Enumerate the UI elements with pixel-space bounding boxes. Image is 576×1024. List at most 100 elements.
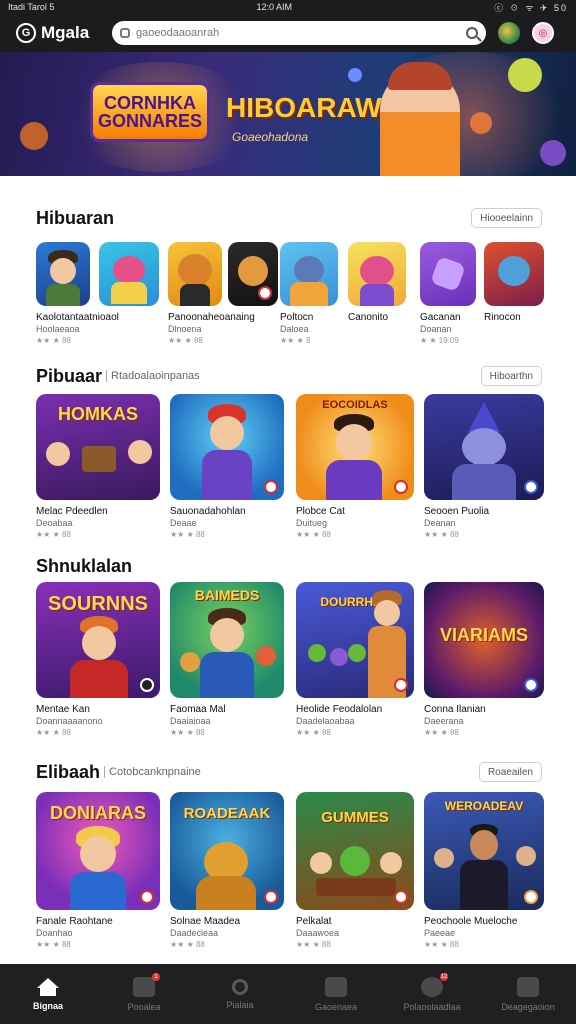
logo-icon: G [16,23,36,43]
game-rating: ★★ ★ 88 [296,728,331,737]
game-card[interactable]: Gacanan Doanan ★ ★ 19.09 [420,242,480,345]
nav-item-home[interactable]: Bignaa [0,964,96,1024]
game-rating: ★★ ★ 88 [36,336,71,345]
section-header: Elibaah Cotobcanknpnaine Roaeailen [36,760,542,784]
game-thumbnail: ROADEAAK [170,792,284,910]
game-thumbnail [484,242,544,306]
game-rating: ★★ ★ 88 [36,940,71,949]
search-icon[interactable] [466,27,478,39]
game-card[interactable]: VIARIAMS Conna Ilanian Daeerana ★★ ★ 88 [424,582,544,737]
badge-icon [264,890,278,904]
game-card[interactable]: GUMMES Pelkalat Daaawoea ★★ ★ 88 [296,792,414,949]
section-title: Hibuaran [36,207,115,228]
badge-icon [140,890,154,904]
game-category: Daadecieaa [170,928,219,938]
game-logo-text: WEROADEAV [444,799,524,813]
nav-item-profile[interactable]: 12 Polaoolaadlaa [384,964,480,1024]
badge-icon [140,678,154,692]
game-title: Plobce Cat [296,506,345,517]
game-card[interactable]: SOURNNS Mentae Kan Doannaaaanono ★★ ★ 88 [36,582,160,737]
game-rating: ★ ★ 19.09 [420,336,459,345]
game-rating: ★★ ★ 8 [280,336,311,345]
game-title: Mentae Kan [36,704,90,715]
game-category: Daadelaoabaa [296,716,355,726]
game-card[interactable]: Poltocn Daloea ★★ ★ 8 [280,242,340,345]
game-logo-text: EOCOIDLAS [322,399,388,411]
section-shnuklalan: Shnuklalan SOURNNS Mentae Kan Doannaaaan… [0,554,576,744]
game-thumbnail: SOURNNS [36,582,160,698]
hero-subtitle: Goaeohadona [232,130,309,144]
game-card[interactable]: Rinocon [484,242,544,323]
game-thumbnail [228,242,278,306]
game-thumbnail [168,242,222,306]
game-thumbnail: EOCOIDLAS [296,394,414,500]
game-category: Deaae [170,518,197,528]
game-card[interactable]: Seooen Puolia Deanan ★★ ★ 88 [424,394,544,539]
see-all-button[interactable]: Hiooeelainn [471,208,542,228]
section-elibaah: Elibaah Cotobcanknpnaine Roaeailen DONIA… [0,760,576,960]
game-thumbnail [99,242,159,306]
game-thumbnail: VIARIAMS [424,582,544,698]
badge-icon [524,890,538,904]
badge-icon [524,678,538,692]
carrier-text: Itadi Tarol 5 [8,2,55,12]
game-title: Gacanan [420,312,461,323]
search-bar[interactable] [112,21,486,45]
notification-badge: 1 [152,973,160,981]
notification-badge: 12 [440,973,448,981]
hero-character [380,62,460,176]
game-thumbnail [170,394,284,500]
nav-item-bag[interactable]: Gaoenaea [288,964,384,1024]
orb-decoration [20,122,48,150]
game-thumbnail: HOMKAS [36,394,160,500]
hero-banner[interactable]: CORNHKA GONNARES HIBOARAWIS Goaeohadona [0,52,576,176]
game-category: Doanan [420,324,452,334]
nav-item-store[interactable]: 1 Pooalea [96,964,192,1024]
game-title: Rinocon [484,312,521,323]
game-rating: ★★ ★ 88 [170,940,205,949]
game-card[interactable]: BAIMEDS Faomaa Mal Daaiaioaa ★★ ★ 88 [170,582,286,737]
game-logo-text: BAIMEDS [194,587,260,603]
game-category: Deoabaa [36,518,73,528]
section-hibuaran: Hibuaran Hiooeelainn Kaolotantaatnioaol … [0,206,576,356]
game-card[interactable]: Canonito [348,242,414,323]
game-category: Doanhao [36,928,73,938]
nav-item-search[interactable]: Pialaia [192,964,288,1024]
game-category: Daeerana [424,716,464,726]
orb-decoration [508,58,542,92]
user-avatar[interactable] [498,22,520,44]
game-card[interactable]: HOMKAS Melac Pdeedlen Deoabaa ★★ ★ 88 [36,394,160,539]
game-card[interactable]: EOCOIDLAS Plobce Cat Duitueg ★★ ★ 88 [296,394,414,539]
game-card[interactable]: DOURRHNS Heolide Feodalolan Daadelaoabaa… [296,582,414,737]
section-header: Pibuaar Rtadoalaoinpanas Hiboarthn [36,364,542,388]
badge-icon [394,480,408,494]
game-card[interactable]: WEROADEAV Peochoole Mueloche Paeeae ★★ ★… [424,792,544,949]
game-card[interactable]: ROADEAAK Solnae Maadea Daadecieaa ★★ ★ 8… [170,792,286,949]
see-all-button[interactable]: Roaeailen [478,762,542,782]
game-thumbnail: DOURRHNS [296,582,414,698]
game-card[interactable] [228,242,278,306]
see-all-button[interactable]: Hiboarthn [480,366,542,386]
top-bar: G Mgala ◎ [0,14,576,52]
game-title: Poltocn [280,312,314,323]
nav-label: Pooalea [127,1001,161,1012]
game-card[interactable] [99,242,159,306]
game-card[interactable]: Sauonadahohlan Deaae ★★ ★ 88 [170,394,286,539]
game-thumbnail [280,242,338,306]
notification-icon[interactable]: ◎ [532,22,554,44]
game-card[interactable]: DONIARAS Fanale Raohtane Doanhao ★★ ★ 88 [36,792,160,949]
library-icon [517,976,539,997]
game-thumbnail: DONIARAS [36,792,160,910]
app-logo[interactable]: G Mgala [16,23,112,43]
game-rating: ★★ ★ 88 [296,940,331,949]
game-category: Duitueg [296,518,328,528]
game-rating: ★★ ★ 88 [168,336,203,345]
game-title: Faomaa Mal [170,704,226,715]
nav-item-library[interactable]: Deagegaoion [480,964,576,1024]
game-title: Panoonaheoanaing [168,312,255,323]
badge-icon [394,890,408,904]
search-input[interactable] [136,27,466,39]
nav-label: Deagegaoion [501,1001,555,1012]
store-icon [133,976,155,997]
orb-decoration [470,112,492,134]
